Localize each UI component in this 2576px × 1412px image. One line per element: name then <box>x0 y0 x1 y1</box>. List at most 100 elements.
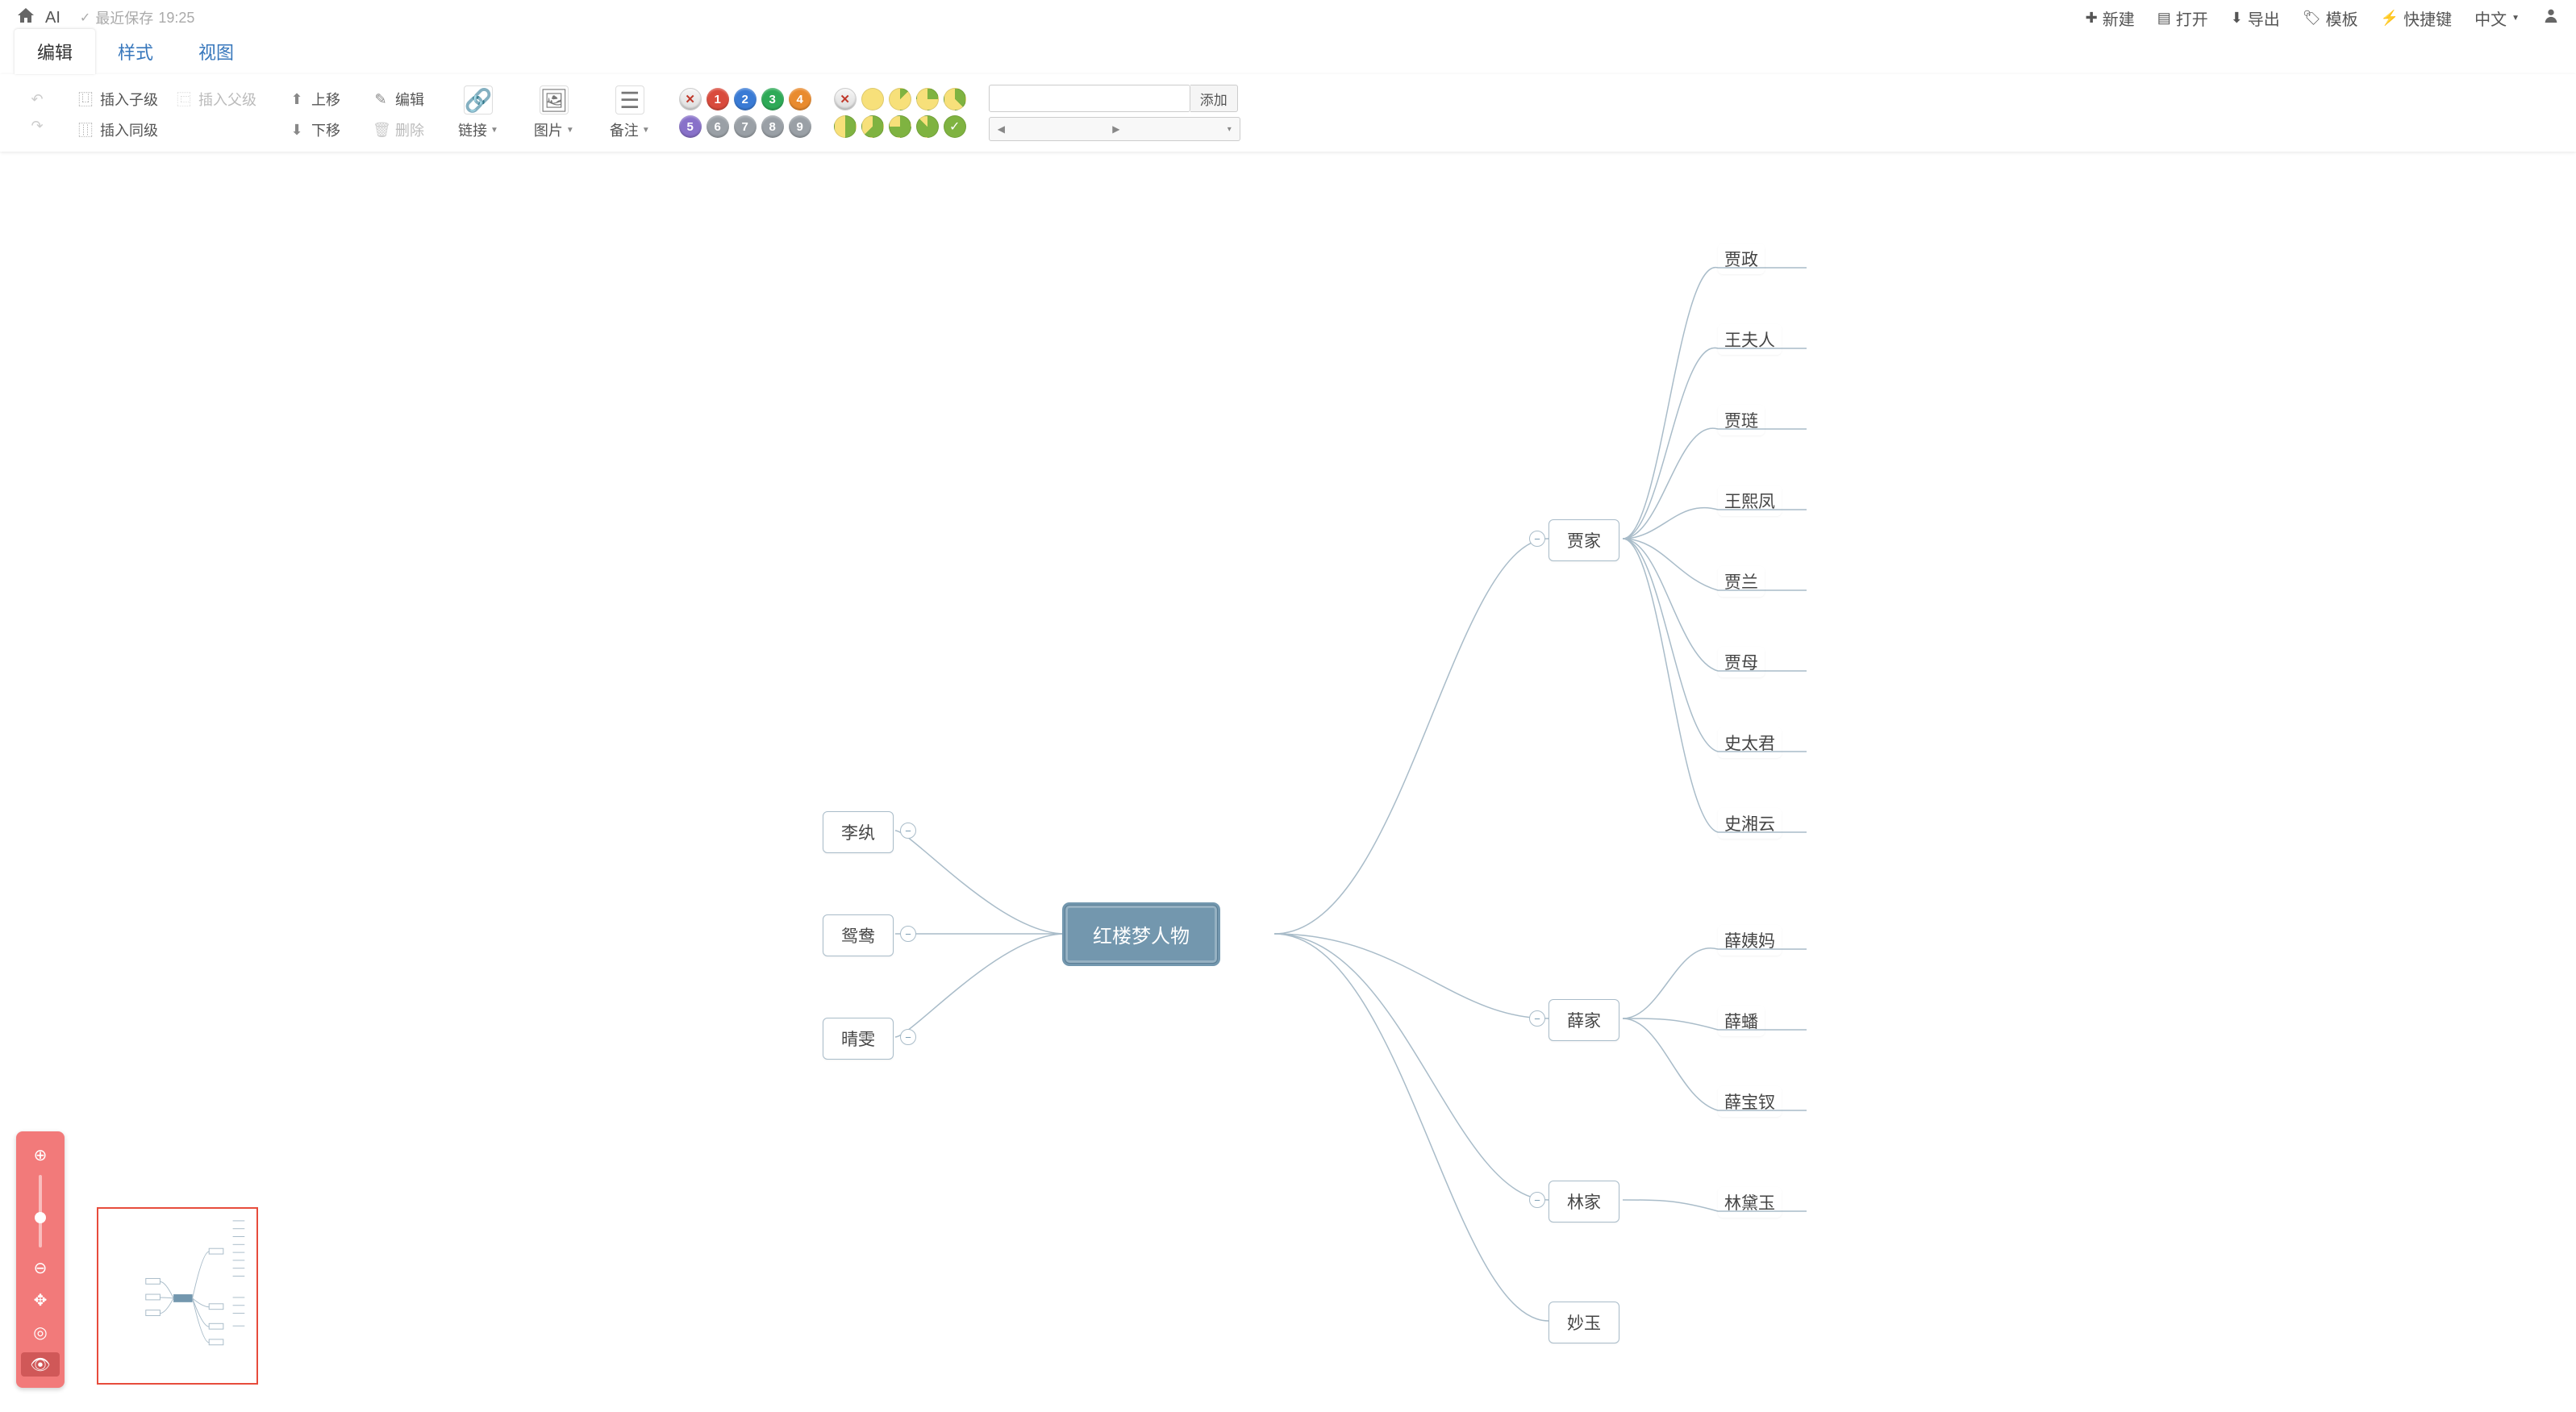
image-icon[interactable]: 🖼 <box>540 85 569 115</box>
link-icon[interactable]: 🔗 <box>464 85 493 115</box>
arrow-down-icon: ⬇ <box>289 122 305 139</box>
image-label[interactable]: 图片▼ <box>534 119 574 140</box>
undo-group: ↶ ↷ <box>13 79 61 147</box>
priority-badge-6[interactable]: 6 <box>707 115 729 138</box>
progress-clear-button[interactable]: ✕ <box>834 88 857 110</box>
left-node-0[interactable]: 李纨 <box>823 811 894 853</box>
leaf-0-7[interactable]: 史湘云 <box>1718 808 1782 839</box>
tag-group: 添加 ◀ ▶ ▾ <box>977 79 1252 147</box>
user-icon[interactable] <box>2542 6 2560 29</box>
insert-sibling-icon: ⿲ <box>77 119 94 140</box>
leaf-1-2[interactable]: 薛宝钗 <box>1718 1086 1782 1117</box>
collapse-right-1[interactable]: − <box>1529 1010 1545 1027</box>
link-label[interactable]: 链接▼ <box>458 119 498 140</box>
leaf-0-4[interactable]: 贾兰 <box>1718 566 1765 597</box>
tag-add-button[interactable]: 添加 <box>1190 85 1238 112</box>
zoom-thumb[interactable] <box>35 1212 46 1223</box>
trash-icon: 🗑 <box>373 122 389 139</box>
tag-input[interactable] <box>989 85 1190 112</box>
move-down-button[interactable]: ⬇下移 <box>287 116 342 144</box>
redo-icon: ↷ <box>29 118 45 135</box>
zoom-in-button[interactable]: ⊕ <box>28 1143 52 1167</box>
priority-badge-5[interactable]: 5 <box>679 115 702 138</box>
pan-button[interactable]: ✥ <box>28 1288 52 1312</box>
export-button[interactable]: ⬇导出 <box>2231 6 2280 30</box>
priority-badge-7[interactable]: 7 <box>734 115 757 138</box>
right-node-1[interactable]: 薛家 <box>1549 999 1619 1041</box>
plus-icon: ✚ <box>2086 10 2098 27</box>
note-icon[interactable]: ☰ <box>615 85 644 115</box>
redo-button[interactable]: ↷ <box>27 115 47 138</box>
progress-pie-12.5[interactable] <box>889 88 911 110</box>
leaf-1-0[interactable]: 薛姨妈 <box>1718 925 1782 956</box>
scroll-right-icon[interactable]: ▶ <box>1109 123 1123 135</box>
language-select[interactable]: 中文▼ <box>2474 6 2520 30</box>
right-node-2[interactable]: 林家 <box>1549 1181 1619 1222</box>
progress-pie-87.5[interactable] <box>916 115 939 138</box>
undo-button[interactable]: ↶ <box>27 88 47 111</box>
note-group: ☰ 备注▼ <box>592 79 668 147</box>
progress-pie-75[interactable] <box>889 115 911 138</box>
home-icon[interactable] <box>16 6 35 31</box>
note-label[interactable]: 备注▼ <box>610 119 650 140</box>
insert-parent-button[interactable]: ⿷插入父级 <box>174 85 258 113</box>
leaf-0-5[interactable]: 贾母 <box>1718 647 1765 677</box>
leaf-0-0[interactable]: 贾政 <box>1718 244 1765 274</box>
scroll-left-icon[interactable]: ◀ <box>994 123 1008 135</box>
progress-pie-37.5[interactable] <box>944 88 966 110</box>
delete-node-button[interactable]: 🗑删除 <box>371 116 426 144</box>
edit-node-button[interactable]: ✎编辑 <box>371 85 426 113</box>
progress-group: ✕✓ <box>823 79 977 147</box>
priority-badge-4[interactable]: 4 <box>789 88 811 110</box>
collapse-left-0[interactable]: − <box>900 823 916 839</box>
leaf-0-2[interactable]: 贾琏 <box>1718 405 1765 435</box>
insert-group: ⿶插入子级 ⿷插入父级 ⿲插入同级 <box>61 79 273 147</box>
tab-edit[interactable]: 编辑 <box>15 29 95 74</box>
leaf-0-1[interactable]: 王夫人 <box>1718 324 1782 355</box>
progress-pie-25[interactable] <box>916 88 939 110</box>
leaf-1-1[interactable]: 薛蟠 <box>1718 1006 1765 1036</box>
open-button[interactable]: ▤打开 <box>2157 6 2208 30</box>
progress-pie-50[interactable] <box>834 115 857 138</box>
tab-view[interactable]: 视图 <box>176 29 256 74</box>
priority-badge-8[interactable]: 8 <box>761 115 784 138</box>
leaf-2-0[interactable]: 林黛玉 <box>1718 1187 1782 1218</box>
progress-pie-0[interactable] <box>861 88 884 110</box>
priority-badge-2[interactable]: 2 <box>734 88 757 110</box>
zoom-out-button[interactable]: ⊖ <box>28 1256 52 1280</box>
toolbar: ↶ ↷ ⿶插入子级 ⿷插入父级 ⿲插入同级 ⬆上移 ⬇下移 ✎编辑 🗑删除 🔗 … <box>0 74 2576 152</box>
insert-child-icon: ⿶ <box>77 89 94 110</box>
minimap-toggle-button[interactable]: 👁 <box>21 1352 60 1377</box>
priority-clear-button[interactable]: ✕ <box>679 88 702 110</box>
collapse-left-2[interactable]: − <box>900 1029 916 1045</box>
insert-sibling-button[interactable]: ⿲插入同级 <box>76 116 258 144</box>
insert-child-button[interactable]: ⿶插入子级 <box>76 85 160 113</box>
chevron-down-icon[interactable]: ▾ <box>1224 125 1235 134</box>
move-up-button[interactable]: ⬆上移 <box>287 85 342 113</box>
zoom-slider[interactable] <box>39 1175 42 1247</box>
shortcut-button[interactable]: ⚡快捷键 <box>2381 6 2452 30</box>
tab-style[interactable]: 样式 <box>95 29 176 74</box>
priority-badge-9[interactable]: 9 <box>789 115 811 138</box>
progress-pie-100[interactable]: ✓ <box>944 115 966 138</box>
progress-pie-62.5[interactable] <box>861 115 884 138</box>
collapse-left-1[interactable]: − <box>900 926 916 942</box>
priority-badge-3[interactable]: 3 <box>761 88 784 110</box>
center-button[interactable]: ◎ <box>28 1320 52 1344</box>
leaf-0-6[interactable]: 史太君 <box>1718 727 1782 758</box>
leaf-0-3[interactable]: 王熙凤 <box>1718 485 1782 516</box>
document-title: AI <box>45 9 60 27</box>
new-button[interactable]: ✚新建 <box>2086 6 2135 30</box>
tag-scroll[interactable]: ◀ ▶ ▾ <box>989 117 1240 141</box>
collapse-right-2[interactable]: − <box>1529 1192 1545 1208</box>
priority-badge-1[interactable]: 1 <box>707 88 729 110</box>
right-node-3[interactable]: 妙玉 <box>1549 1302 1619 1343</box>
left-node-1[interactable]: 鸳鸯 <box>823 914 894 956</box>
collapse-right-0[interactable]: − <box>1529 531 1545 547</box>
template-button[interactable]: 🏷模板 <box>2303 6 2358 30</box>
right-node-0[interactable]: 贾家 <box>1549 519 1619 561</box>
left-node-2[interactable]: 晴雯 <box>823 1018 894 1060</box>
root-node[interactable]: 红楼梦人物 <box>1065 905 1218 964</box>
mindmap-canvas[interactable]: 红楼梦人物李纨−鸳鸯−晴雯−贾家−贾政王夫人贾琏王熙凤贾兰贾母史太君史湘云薛家−… <box>0 152 2576 1412</box>
minimap[interactable] <box>97 1207 258 1385</box>
